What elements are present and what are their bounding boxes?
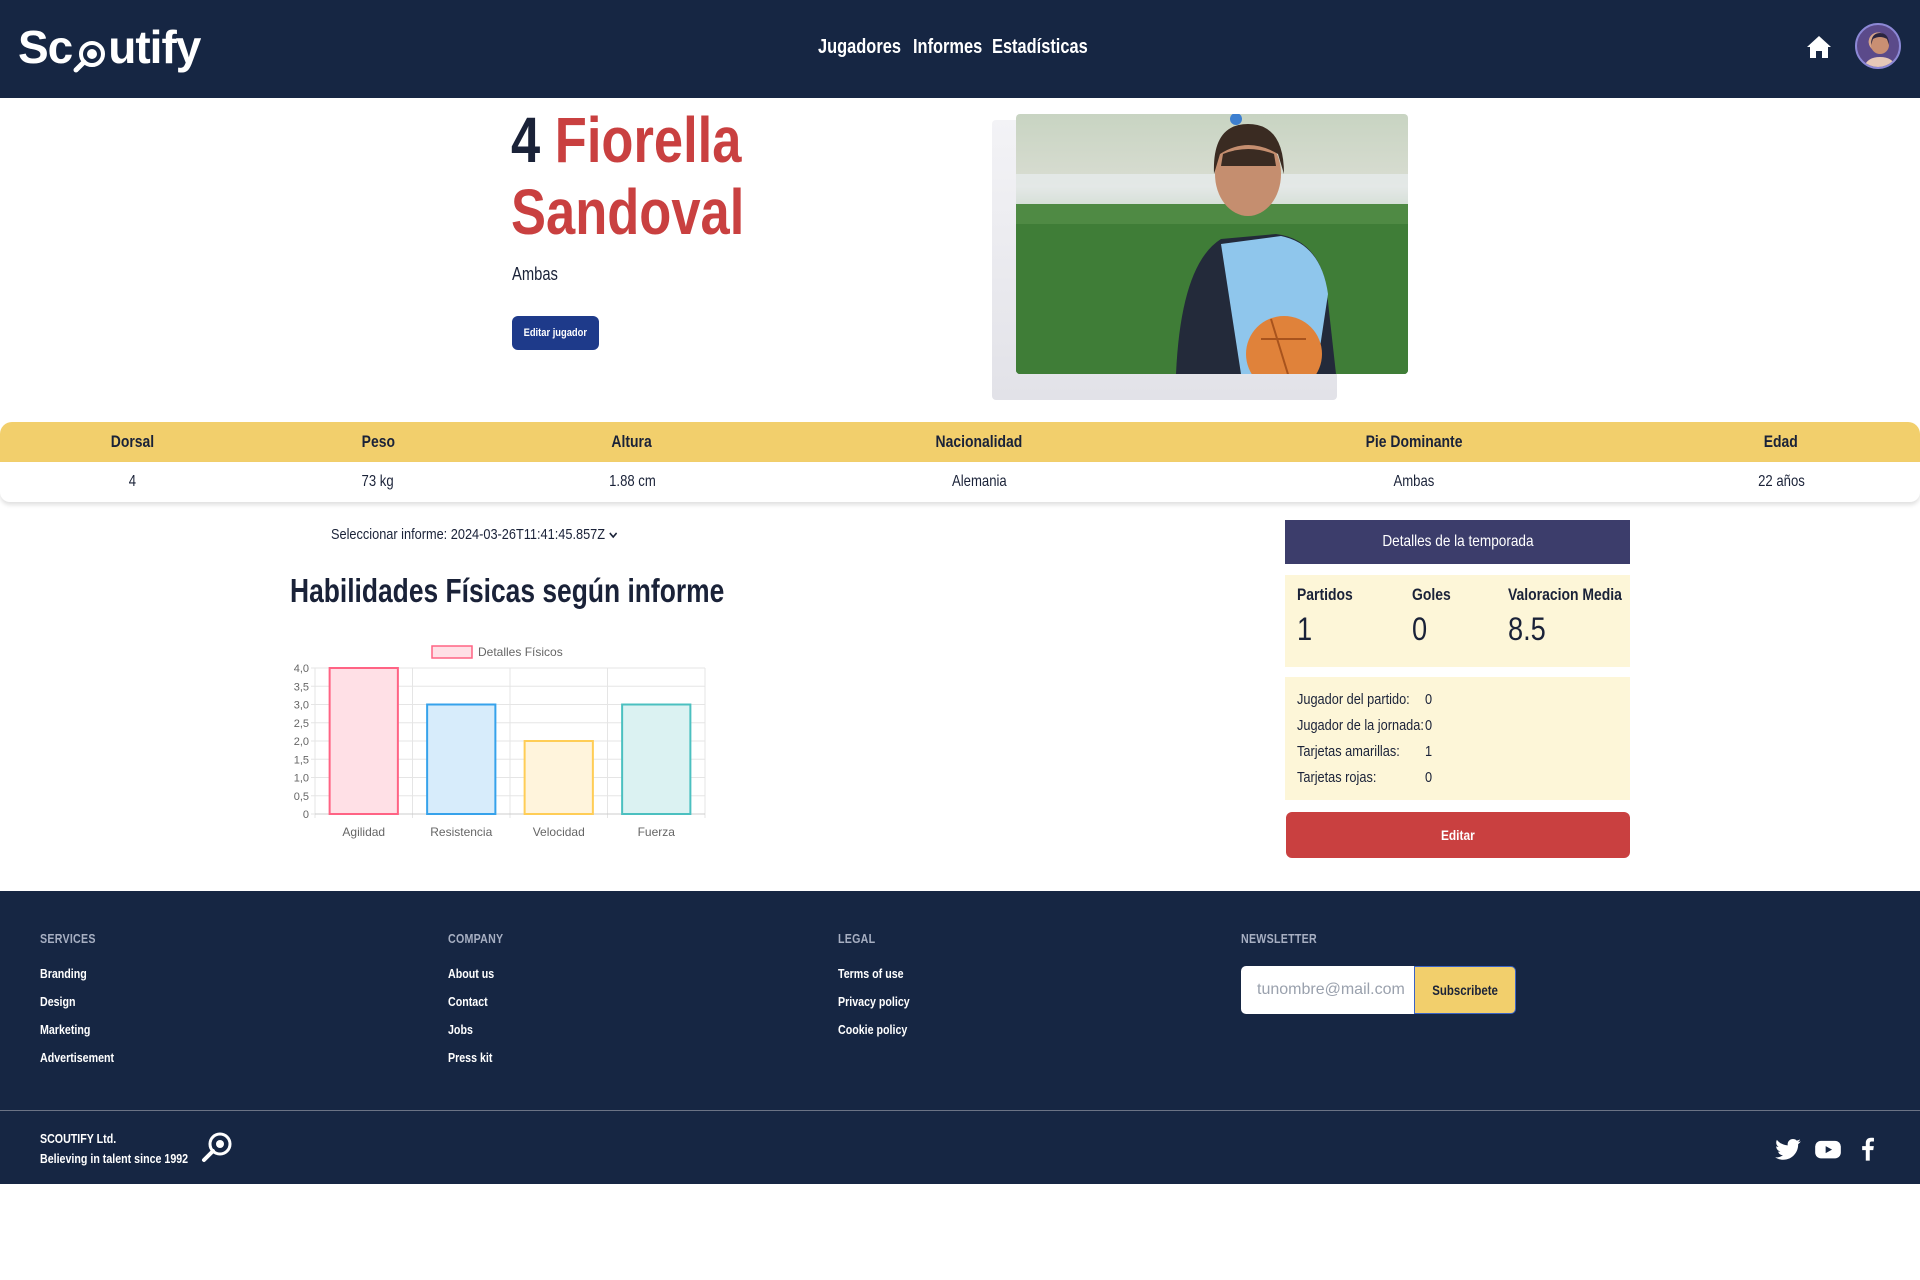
y-tick-label: 2,5 [294, 718, 309, 730]
footer-heading: LEGAL [838, 931, 876, 946]
legend-swatch [431, 645, 473, 659]
season-awards: Jugador del partido: 0 Jugador de la jor… [1285, 677, 1630, 800]
footer: SERVICES Branding Design Marketing Adver… [0, 891, 1920, 1184]
header-edad: Edad [1763, 432, 1799, 451]
company-tagline: Believing in talent since 1992 [40, 1151, 189, 1166]
y-tick-label: 2,0 [294, 736, 309, 748]
bar-resistencia [426, 703, 497, 815]
subscribe-button[interactable]: Subscribete [1414, 966, 1516, 1014]
edit-player-button[interactable]: Editar jugador [512, 316, 599, 350]
footer-heading: COMPANY [448, 931, 504, 946]
youtube-icon[interactable] [1814, 1135, 1842, 1163]
award-label: Tarjetas amarillas: [1297, 743, 1400, 760]
x-tick-label: Resistencia [430, 825, 492, 839]
bar-velocidad [523, 740, 594, 815]
stat-goles: Goles 0 [1412, 585, 1451, 647]
footer-newsletter: NEWSLETTER [1241, 931, 1334, 966]
award-value: 0 [1425, 691, 1433, 708]
magnifier-ball-icon [200, 1130, 234, 1164]
value-nacionalidad: Alemania [951, 473, 1007, 490]
header-dorsal: Dorsal [110, 432, 154, 451]
player-last-name: Sandoval [511, 176, 745, 248]
footer-link-about-us[interactable]: About us [448, 966, 503, 994]
footer-link-terms[interactable]: Terms of use [838, 966, 910, 994]
footer-heading: NEWSLETTER [1241, 931, 1317, 946]
award-label: Jugador del partido: [1297, 691, 1410, 708]
player-photo [1016, 114, 1408, 374]
y-tick-label: 4,0 [294, 663, 309, 675]
report-select-label: Seleccionar informe: 2024-03-26T11:41:45… [331, 526, 606, 543]
home-icon[interactable] [1805, 33, 1833, 61]
twitter-icon[interactable] [1774, 1135, 1802, 1163]
navbar: Sc utify Jugadores Informes Estadísticas [0, 0, 1920, 98]
company-name: SCOUTIFY Ltd. [40, 1131, 117, 1146]
footer-link-advertisement[interactable]: Advertisement [40, 1050, 114, 1078]
award-label: Tarjetas rojas: [1297, 769, 1377, 786]
player-number: 4 [511, 104, 541, 176]
footer-link-cookie[interactable]: Cookie policy [838, 1022, 910, 1050]
nav-link-estadisticas[interactable]: Estadísticas [992, 36, 1088, 59]
brand-logo[interactable]: Sc utify [18, 21, 201, 73]
y-tick-label: 0 [303, 809, 309, 821]
header-peso: Peso [361, 432, 395, 451]
bar-fuerza [621, 703, 692, 815]
newsletter-form: Subscribete [1241, 966, 1516, 1014]
facebook-icon[interactable] [1854, 1135, 1882, 1163]
x-tick-label: Velocidad [533, 825, 585, 839]
x-tick-label: Fuerza [638, 825, 676, 839]
user-avatar[interactable] [1855, 23, 1901, 69]
player-info-values: 4 73 kg 1.88 cm Alemania Ambas 22 años [0, 462, 1920, 502]
value-edad: 22 años [1757, 473, 1805, 490]
x-tick-label: Agilidad [342, 825, 385, 839]
stat-valoracion-media: Valoracion Media 8.5 [1508, 585, 1622, 647]
footer-link-jobs[interactable]: Jobs [448, 1022, 503, 1050]
edit-season-button[interactable]: Editar [1286, 812, 1630, 858]
value-pie-dominante: Ambas [1393, 473, 1435, 490]
chart-title: Habilidades Físicas según informe [290, 572, 725, 609]
header-nacionalidad: Nacionalidad [935, 432, 1023, 451]
award-value: 0 [1425, 717, 1433, 734]
chevron-down-icon [608, 526, 618, 543]
footer-link-press-kit[interactable]: Press kit [448, 1050, 503, 1078]
player-info-header: Dorsal Peso Altura Nacionalidad Pie Domi… [0, 422, 1920, 462]
header-pie-dominante: Pie Dominante [1365, 432, 1463, 451]
y-tick-label: 1,0 [294, 773, 309, 785]
y-tick-label: 0,5 [294, 791, 309, 803]
value-dorsal: 4 [128, 473, 136, 490]
value-peso: 73 kg [361, 473, 395, 490]
footer-divider [0, 1110, 1920, 1111]
footer-link-design[interactable]: Design [40, 994, 114, 1022]
footer-heading: SERVICES [40, 931, 96, 946]
magnifier-ball-icon [73, 30, 107, 73]
y-tick-label: 3,5 [294, 681, 309, 693]
header-altura: Altura [611, 432, 653, 451]
nav-link-jugadores[interactable]: Jugadores [818, 36, 901, 59]
footer-link-contact[interactable]: Contact [448, 994, 503, 1022]
physical-skills-chart: Detalles Físicos 0 0,5 1,0 1,5 2,0 2,5 3,0 3,5 4,… [270, 636, 720, 846]
bar-agilidad [328, 667, 399, 815]
footer-company-info: SCOUTIFY Ltd. Believing in talent since … [40, 1129, 188, 1169]
footer-link-marketing[interactable]: Marketing [40, 1022, 114, 1050]
footer-company: COMPANY About us Contact Jobs Press kit [448, 931, 516, 1078]
footer-link-privacy[interactable]: Privacy policy [838, 994, 910, 1022]
value-altura: 1.88 cm [608, 473, 656, 490]
y-tick-label: 1,5 [294, 754, 309, 766]
footer-link-branding[interactable]: Branding [40, 966, 114, 994]
footer-legal: LEGAL Terms of use Privacy policy Cookie… [838, 931, 925, 1050]
legend-label: Detalles Físicos [478, 645, 563, 659]
stat-partidos: Partidos 1 [1297, 585, 1353, 647]
y-tick-label: 3,0 [294, 700, 309, 712]
player-name-heading: 4 Fiorella Sandoval [511, 104, 757, 248]
nav-link-informes[interactable]: Informes [913, 36, 982, 59]
award-label: Jugador de la jornada: [1297, 717, 1424, 734]
newsletter-email-input[interactable] [1241, 966, 1414, 1014]
player-dominant-foot: Ambas [512, 264, 558, 284]
season-stats: Partidos 1 Goles 0 Valoracion Media 8.5 [1285, 575, 1630, 667]
report-select[interactable]: Seleccionar informe: 2024-03-26T11:41:45… [331, 526, 617, 543]
player-first-name: Fiorella [554, 104, 742, 176]
award-value: 0 [1425, 769, 1433, 786]
season-details-header: Detalles de la temporada [1285, 520, 1630, 564]
footer-services: SERVICES Branding Design Marketing Adver… [40, 931, 130, 1078]
award-value: 1 [1425, 743, 1433, 760]
